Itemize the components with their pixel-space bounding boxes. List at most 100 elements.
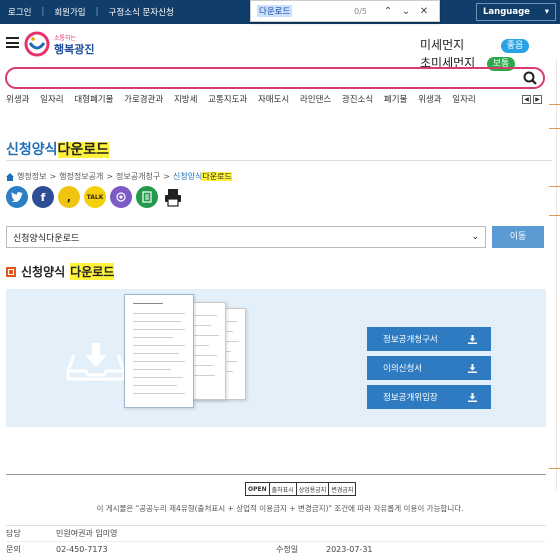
keyword-link[interactable]: 일자리 (452, 95, 475, 105)
download-button[interactable]: 정보공개위임장 (367, 385, 491, 409)
download-button-label: 정보공개위임장 (383, 393, 438, 403)
keyword-link[interactable]: 가로경관과 (124, 95, 163, 105)
site-logo[interactable]: 소통하는 행복광진 (24, 29, 110, 59)
find-bar: 다운로드 0/5 ⌃ ⌄ ✕ (250, 0, 440, 22)
chevron-up-icon[interactable]: ⌃ (379, 6, 397, 17)
download-button-label: 이의신청서 (383, 364, 423, 374)
side-marker (549, 186, 560, 187)
page-title: 신청양식다운로드 (6, 139, 110, 159)
divider: | (95, 7, 99, 17)
svg-text:행복광진: 행복광진 (54, 42, 94, 56)
license-text: 이 게시물은 "공공누리 제4유형(출처표시 + 상업적 이용금지 + 변경금지… (96, 504, 464, 513)
keyword-link[interactable]: 일자리 (40, 95, 63, 105)
find-count: 0/5 (354, 6, 367, 16)
page-select[interactable]: 신청양식다운로드 ⌄ (6, 226, 486, 248)
download-button[interactable]: 정보공개청구서 (367, 327, 491, 351)
side-marker (549, 215, 560, 216)
document-preview (124, 294, 194, 408)
home-icon[interactable] (6, 172, 14, 181)
page-select-value: 신청양식다운로드 (13, 233, 80, 244)
copy-url-icon[interactable] (136, 186, 158, 208)
section-title-text: 신청양식 (21, 265, 66, 279)
side-divider (556, 60, 560, 490)
section-title-highlight: 다운로드 (70, 263, 115, 280)
print-icon[interactable] (162, 186, 184, 208)
updated-value: 2023-07-31 (326, 545, 373, 554)
popular-keywords: 위생과 일자리 대형폐기물 가로경관과 지방세 교통지도과 자매도시 라인댄스 … (6, 93, 516, 106)
search-input[interactable] (17, 69, 517, 87)
chevron-down-icon: ⌄ (471, 232, 479, 242)
twitter-icon[interactable] (6, 186, 28, 208)
dept-label: 담당 (6, 529, 21, 538)
site-search (5, 67, 545, 89)
keyword-link[interactable]: 위생과 (418, 95, 441, 105)
chevron-left-icon[interactable]: ◀ (522, 95, 531, 104)
keyword-link[interactable]: 폐기물 (384, 95, 407, 105)
chevron-right-icon[interactable]: ▶ (533, 95, 542, 104)
breadcrumb-item[interactable]: 행정정보공개 (59, 171, 103, 182)
info-row: 문의 02-450-7173 수정일 2023-07-31 (6, 542, 546, 554)
kogl-noncommercial-icon: 상업용금지 (295, 483, 329, 495)
fine-dust: 미세먼지 좋음 (420, 36, 529, 54)
section-bullet-icon (6, 266, 16, 277)
kakaostory-icon[interactable]: , (58, 186, 80, 208)
login-link[interactable]: 로그인 (8, 6, 31, 18)
phone-value: 02-450-7173 (56, 545, 108, 554)
facebook-icon[interactable]: f (32, 186, 54, 208)
kogl-attribution-icon: 출처표시 (268, 483, 296, 495)
keyword-link[interactable]: 교통지도과 (208, 95, 247, 105)
breadcrumb-separator: > (163, 172, 170, 181)
keyword-link[interactable]: 지방세 (174, 95, 197, 105)
page-title-highlight: 다운로드 (57, 142, 110, 158)
page-info: 담당 민원여권과 임미영 문의 02-450-7173 수정일 2023-07-… (6, 525, 546, 554)
kogl-noderivs-icon: 변경금지 (328, 483, 355, 495)
fine-dust-label: 미세먼지 (420, 38, 465, 52)
menu-icon[interactable] (6, 37, 19, 48)
keyword-link[interactable]: 위생과 (6, 95, 29, 105)
search-icon[interactable] (523, 71, 537, 85)
tap-share-icon[interactable] (110, 186, 132, 208)
top-links: 로그인 | 회원가입 | 구정소식 문자신청 (8, 6, 174, 18)
breadcrumb-separator: > (106, 172, 114, 181)
keyword-link[interactable]: 대형폐기물 (74, 95, 113, 105)
download-button-label: 정보공개청구서 (383, 335, 438, 345)
language-label: Language (483, 7, 530, 17)
keyword-link[interactable]: 자매도시 (258, 95, 289, 105)
phone-label: 문의 (6, 545, 21, 554)
divider: | (41, 7, 45, 17)
page-title-text: 신청양식 (6, 142, 58, 158)
keyword-link[interactable]: 광진소식 (342, 95, 373, 105)
footer-divider (6, 474, 546, 475)
side-marker (549, 468, 560, 469)
close-icon[interactable]: ✕ (415, 6, 433, 17)
kogl-license-badge: OPEN 출처표시 상업용금지 변경금지 (245, 482, 357, 496)
keyword-nav: ◀ ▶ (522, 95, 542, 104)
site-header: 소통하는 행복광진 미세먼지 좋음 초미세먼지 보통 (0, 24, 560, 71)
language-button[interactable]: Language ▾ (476, 3, 556, 21)
updated-label: 수정일 (276, 545, 299, 554)
side-marker (549, 104, 560, 105)
find-input[interactable]: 다운로드 (257, 5, 293, 17)
breadcrumb-current-highlight: 다운로드 (202, 172, 232, 181)
download-icon (468, 363, 477, 373)
breadcrumb-item[interactable]: 정보공개청구 (116, 171, 160, 182)
form-documents-illustration (124, 294, 254, 414)
section-heading: 신청양식 다운로드 (6, 263, 115, 280)
keyword-link[interactable]: 라인댄스 (300, 95, 331, 105)
side-marker (549, 128, 560, 129)
go-button[interactable]: 이동 (492, 226, 544, 248)
chevron-down-icon[interactable]: ⌄ (397, 6, 415, 17)
svg-text:소통하는: 소통하는 (54, 34, 77, 42)
breadcrumb-current-text: 신청양식 (172, 172, 203, 181)
breadcrumb-item[interactable]: 행정정보 (17, 171, 46, 182)
download-panel: 정보공개청구서 이의신청서 정보공개위임장 (6, 289, 546, 427)
signup-link[interactable]: 회원가입 (54, 6, 85, 18)
info-row: 담당 민원여권과 임미영 (6, 526, 546, 542)
download-button[interactable]: 이의신청서 (367, 356, 491, 380)
sms-subscribe-link[interactable]: 구정소식 문자신청 (109, 6, 174, 18)
download-icon (468, 392, 477, 402)
chevron-down-icon: ▾ (544, 7, 549, 17)
fine-dust-status: 좋음 (501, 38, 529, 53)
title-divider (6, 160, 552, 161)
kakaotalk-icon[interactable]: TALK (84, 186, 106, 208)
